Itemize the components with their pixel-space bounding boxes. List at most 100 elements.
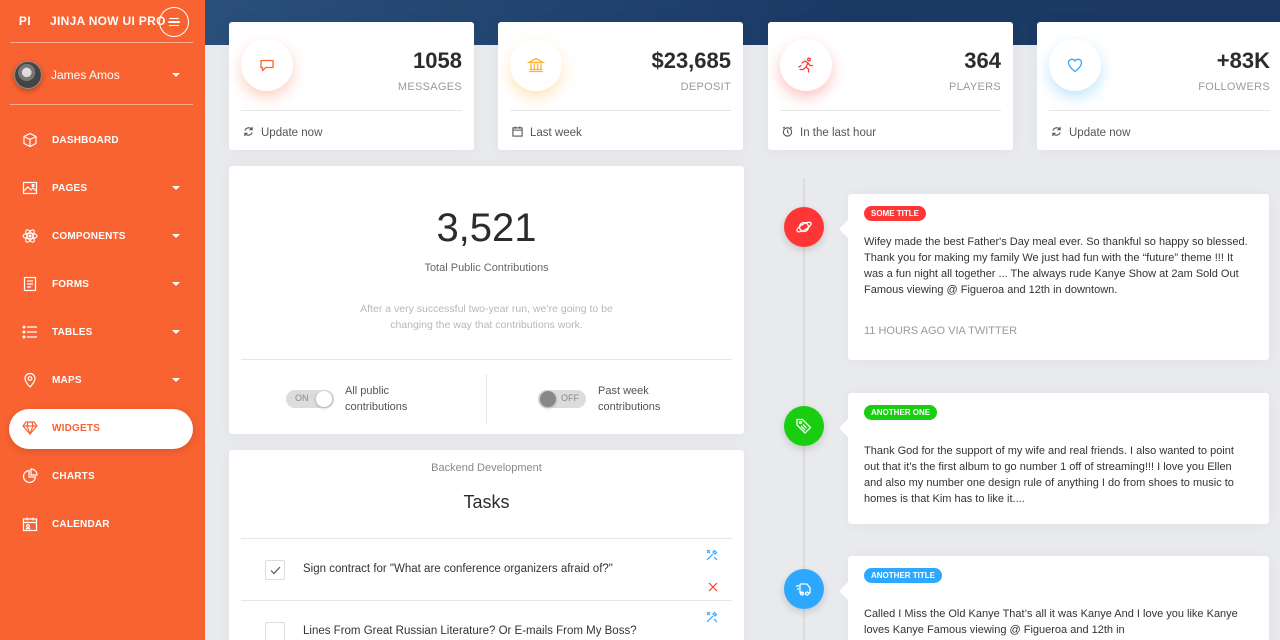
stat-card-followers: +83K FOLLOWERS Update now [1037, 22, 1280, 150]
timeline-text: Called I Miss the Old Kanye That’s all i… [864, 608, 1238, 636]
stat-label: MESSAGES [397, 81, 462, 93]
stat-value: 364 [964, 48, 1001, 73]
cube-icon [21, 132, 38, 149]
sidebar-item-maps[interactable]: MAPS [0, 356, 205, 404]
tools-icon [706, 549, 718, 561]
chat-icon [241, 39, 293, 91]
tasks-title: Tasks [463, 492, 510, 512]
sidebar-item-components[interactable]: COMPONENTS [0, 212, 205, 260]
refresh-icon [1051, 126, 1062, 140]
toggle-knob [540, 391, 556, 407]
sidebar-item-dashboard[interactable]: DASHBOARD [0, 116, 205, 164]
timeline-panel: ANOTHER ONE Thank God for the support of… [839, 393, 1269, 524]
chevron-down-icon [172, 186, 180, 190]
toggle-state: OFF [561, 393, 579, 403]
stat-footer[interactable]: Update now [243, 126, 322, 140]
task-text: Sign contract for "What are conference o… [303, 563, 613, 575]
refresh-icon [243, 126, 254, 140]
timeline-tag: ANOTHER ONE [864, 405, 938, 420]
divider [1049, 110, 1270, 111]
stat-footer[interactable]: In the last hour [782, 126, 876, 140]
contributions-count: 3,521 [436, 206, 537, 250]
chevron-down-icon [172, 234, 180, 238]
stat-label: FOLLOWERS [1198, 81, 1270, 93]
image-icon [21, 180, 38, 197]
calendar-icon [21, 516, 38, 533]
toggle-all-public[interactable]: ON [286, 390, 334, 408]
edit-button[interactable] [706, 548, 718, 566]
task-text: Lines From Great Russian Literature? Or … [303, 625, 637, 637]
sidebar-item-charts[interactable]: CHARTS [0, 452, 205, 500]
chevron-down-icon [172, 330, 180, 334]
divider [510, 110, 731, 111]
list-icon [21, 324, 38, 341]
sidebar-item-tables[interactable]: TABLES [0, 308, 205, 356]
runner-icon [780, 39, 832, 91]
close-icon [708, 582, 718, 592]
task-row: Sign contract for "What are conference o… [241, 538, 732, 600]
sidebar-item-label: COMPONENTS [52, 230, 126, 242]
bank-icon [510, 39, 562, 91]
user-menu[interactable]: James Amos [14, 58, 194, 92]
brand-row: PI JINJA NOW UI PRO [0, 0, 205, 42]
menu-icon [169, 17, 179, 20]
sidebar: PI JINJA NOW UI PRO James Amos DASHBOARD… [0, 0, 205, 640]
chevron-down-icon [172, 73, 180, 77]
sidebar-item-label: MAPS [52, 374, 82, 386]
alarm-clock-icon [782, 126, 793, 140]
chevron-down-icon [172, 282, 180, 286]
delivery-icon [796, 583, 811, 596]
diamond-icon [21, 420, 38, 437]
tasks-category: Backend Development [431, 462, 542, 474]
stat-card-players: 364 PLAYERS In the last hour [768, 22, 1013, 150]
toggle-state: ON [295, 393, 309, 403]
toggle-label: Past week contributions [598, 383, 660, 415]
remove-button[interactable] [708, 579, 718, 597]
check-icon [270, 566, 280, 574]
sidebar-item-pages[interactable]: PAGES [0, 164, 205, 212]
sidebar-item-label: FORMS [52, 278, 90, 290]
contributions-description: After a very successful two-year run, we… [360, 303, 613, 331]
toggle-label-line: Past week [598, 385, 649, 397]
sidebar-item-widgets[interactable]: WIDGETS [0, 404, 205, 452]
sidebar-item-label: CHARTS [52, 470, 95, 482]
sidebar-item-calendar[interactable]: CALENDAR [0, 500, 205, 548]
brand-mini-logo[interactable]: PI [0, 14, 50, 28]
stat-label: DEPOSIT [680, 81, 731, 93]
toggle-past-week[interactable]: OFF [538, 390, 586, 408]
brand-name[interactable]: JINJA NOW UI PRO [50, 14, 166, 28]
timeline-badge [784, 406, 824, 446]
toggle-knob [316, 391, 332, 407]
task-checkbox[interactable] [265, 622, 285, 640]
sidebar-item-label: WIDGETS [52, 422, 101, 434]
sidebar-toggle-button[interactable] [159, 7, 189, 37]
timeline-tag: SOME TITLE [864, 206, 926, 221]
edit-button[interactable] [706, 610, 718, 628]
stat-label: PLAYERS [948, 81, 1001, 93]
toggle-label-line: contributions [598, 401, 661, 413]
task-checkbox[interactable] [265, 560, 285, 580]
sidebar-item-forms[interactable]: FORMS [0, 260, 205, 308]
timeline-text: Wifey made the best Father's Day meal ev… [864, 236, 1248, 296]
stat-value: $23,685 [651, 48, 731, 73]
stat-footer[interactable]: Last week [512, 126, 582, 140]
timeline-badge [784, 207, 824, 247]
chevron-down-icon [172, 378, 180, 382]
divider [486, 374, 487, 424]
sidebar-item-label: CALENDAR [52, 518, 110, 530]
user-name: James Amos [51, 68, 120, 82]
sidebar-item-label: TABLES [52, 326, 93, 338]
sidebar-item-label: DASHBOARD [52, 134, 119, 146]
pie-chart-icon [21, 468, 38, 485]
stat-value: +83K [1216, 48, 1270, 73]
calendar-icon [512, 126, 523, 140]
timeline-tag: ANOTHER TITLE [864, 568, 942, 583]
stat-footer[interactable]: Update now [1051, 126, 1130, 140]
pin-icon [21, 372, 38, 389]
divider [780, 110, 1001, 111]
stat-footer-text: In the last hour [800, 127, 877, 139]
timeline-text: Thank God for the support of my wife and… [864, 445, 1234, 505]
sidebar-divider [10, 104, 193, 105]
divider [241, 110, 462, 111]
divider [241, 359, 732, 360]
